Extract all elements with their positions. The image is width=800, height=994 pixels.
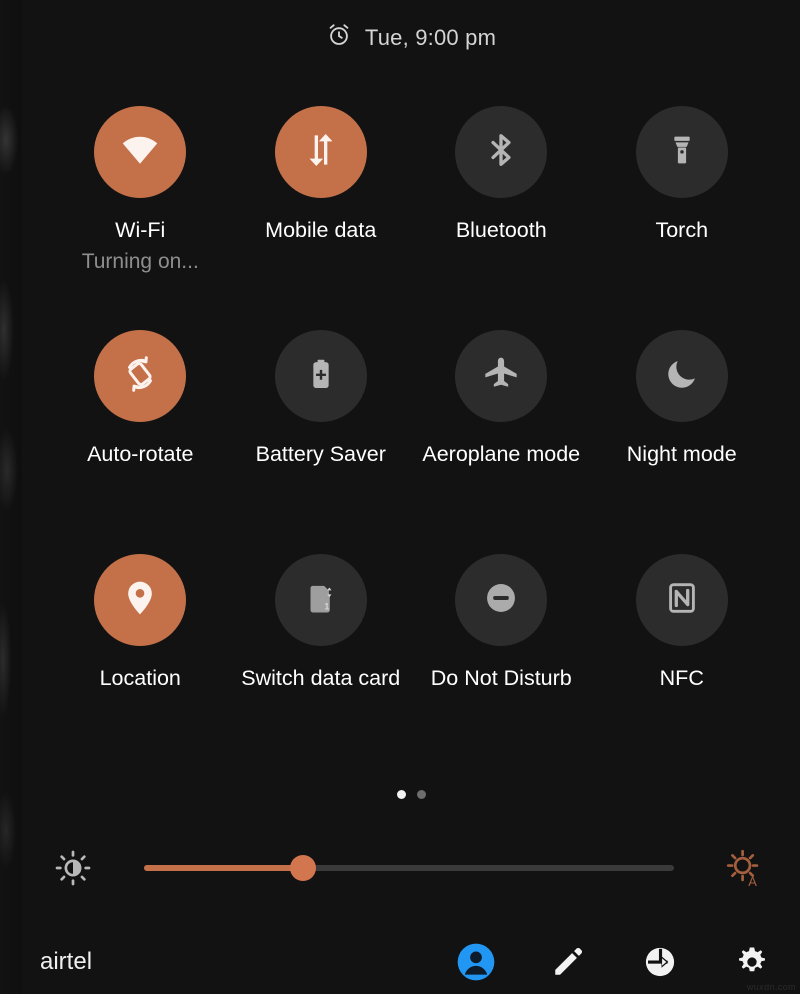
sim-switch-icon: 1: [304, 581, 338, 620]
location-pin-icon: [120, 578, 160, 623]
wallpaper-edge: [0, 0, 22, 994]
svg-text:A: A: [748, 874, 757, 889]
tile-bluetooth-label: Bluetooth: [455, 218, 547, 242]
clock-label: Tue, 9:00 pm: [364, 24, 497, 50]
quick-settings-panel: Tue, 9:00 pm Wi-Fi Turning on... Mobile …: [22, 0, 800, 994]
page-dot-2[interactable]: [416, 790, 426, 799]
tile-switch-data-card-circle[interactable]: 1: [274, 554, 367, 646]
nfc-icon: [664, 580, 700, 621]
tile-mobile-data-label: Mobile data: [265, 218, 377, 242]
tile-nfc-label: NFC: [659, 666, 704, 690]
moon-icon: [664, 356, 700, 397]
tile-battery-saver-circle[interactable]: [274, 330, 367, 422]
tile-torch[interactable]: Torch: [592, 106, 773, 330]
tile-night-mode-circle[interactable]: [635, 330, 728, 422]
tile-auto-rotate-label: Auto-rotate: [87, 442, 194, 466]
tile-do-not-disturb-label: Do Not Disturb: [430, 666, 572, 690]
tile-location[interactable]: Location: [50, 554, 231, 778]
alarm-clock-icon: [326, 22, 352, 53]
brightness-low-icon: [50, 849, 96, 887]
tile-night-mode[interactable]: Night mode: [592, 330, 773, 554]
page-dot-1[interactable]: [396, 790, 406, 799]
brightness-slider[interactable]: [144, 851, 674, 885]
tile-aeroplane-mode[interactable]: Aeroplane mode: [411, 330, 592, 554]
footer-bar: airtel: [22, 930, 800, 994]
do-not-disturb-icon: [483, 580, 519, 621]
torch-icon: [665, 133, 699, 172]
tile-auto-rotate-circle[interactable]: [94, 330, 187, 422]
tile-nfc-circle[interactable]: [635, 554, 728, 646]
footer-actions: [454, 940, 774, 984]
mobile-data-icon: [301, 130, 341, 175]
tile-wifi-sublabel: Turning on...: [81, 250, 199, 273]
tile-torch-label: Torch: [655, 218, 709, 242]
brightness-row: A: [50, 845, 772, 891]
carrier-label: airtel: [40, 948, 93, 975]
tile-wifi-circle[interactable]: [94, 106, 187, 198]
quick-settings-screen: Tue, 9:00 pm Wi-Fi Turning on... Mobile …: [0, 0, 800, 994]
tile-auto-rotate[interactable]: Auto-rotate: [50, 330, 231, 554]
tile-aeroplane-mode-circle[interactable]: [455, 330, 548, 422]
battery-plus-icon: [304, 357, 338, 396]
tile-battery-saver-label: Battery Saver: [255, 442, 386, 466]
gear-icon[interactable]: [730, 940, 774, 984]
tile-do-not-disturb[interactable]: Do Not Disturb: [411, 554, 592, 778]
wifi-icon: [118, 128, 162, 177]
airplane-icon: [481, 354, 521, 399]
tile-mobile-data-circle[interactable]: [274, 106, 367, 198]
auto-rotate-icon: [119, 353, 161, 400]
brightness-slider-fill: [144, 865, 303, 871]
tile-bluetooth-circle[interactable]: [455, 106, 548, 198]
tiles-grid: Wi-Fi Turning on... Mobile data Bluetoot…: [50, 106, 772, 778]
tile-location-label: Location: [99, 666, 181, 690]
tile-bluetooth[interactable]: Bluetooth: [411, 106, 592, 330]
status-header: Tue, 9:00 pm: [22, 22, 800, 53]
tile-location-circle[interactable]: [94, 554, 187, 646]
tile-torch-circle[interactable]: [635, 106, 728, 198]
edit-tiles-button[interactable]: [546, 940, 590, 984]
watermark-label: wuxdn.com: [746, 982, 796, 992]
tile-night-mode-label: Night mode: [626, 442, 737, 466]
tile-nfc[interactable]: NFC: [592, 554, 773, 778]
tile-battery-saver[interactable]: Battery Saver: [231, 330, 412, 554]
brightness-slider-thumb[interactable]: [290, 855, 316, 881]
bluetooth-icon: [482, 131, 520, 174]
tile-wifi-label: Wi-Fi: [115, 218, 166, 242]
tile-switch-data-card-label: Switch data card: [241, 666, 401, 690]
tile-aeroplane-mode-label: Aeroplane mode: [422, 442, 581, 466]
tile-do-not-disturb-circle[interactable]: [455, 554, 548, 646]
user-avatar-button[interactable]: [454, 940, 498, 984]
tile-wifi[interactable]: Wi-Fi Turning on...: [50, 106, 231, 330]
tile-switch-data-card[interactable]: 1 Switch data card: [231, 554, 412, 778]
power-button[interactable]: [638, 940, 682, 984]
brightness-auto-icon[interactable]: A: [716, 847, 772, 889]
tile-mobile-data[interactable]: Mobile data: [231, 106, 412, 330]
page-indicator[interactable]: [22, 790, 800, 799]
svg-text:1: 1: [324, 601, 329, 611]
